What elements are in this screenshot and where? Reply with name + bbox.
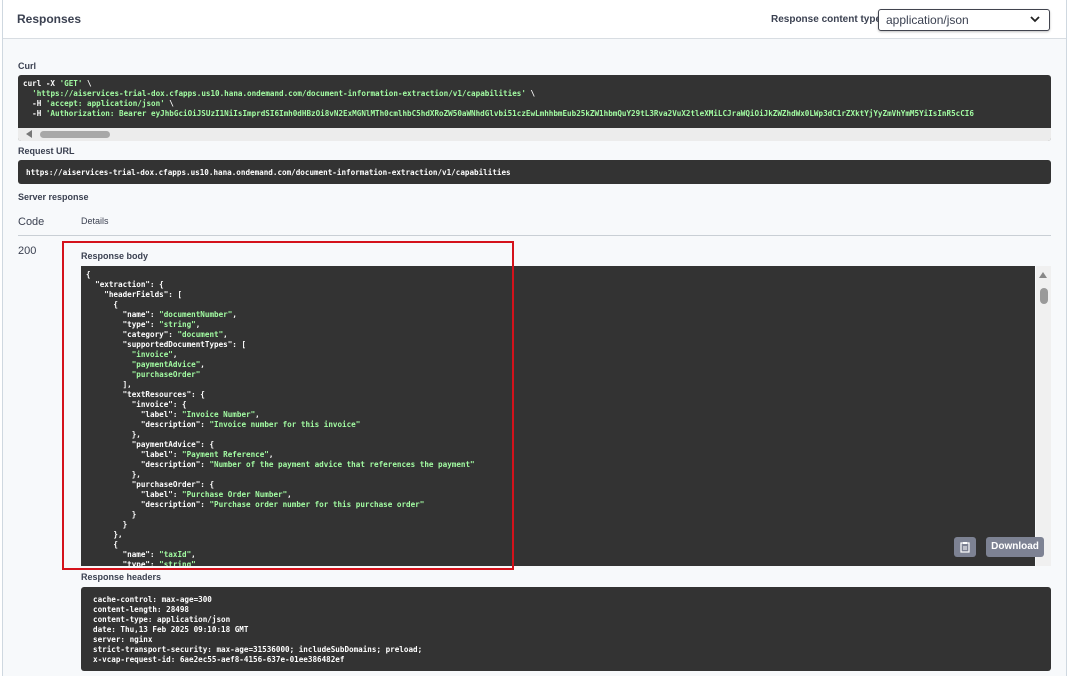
scroll-left-icon[interactable] [26,130,32,138]
curl-command-box[interactable]: curl -X 'GET' \ 'https://aiservices-tria… [18,75,1051,141]
response-header-line: content-length: 28498 [93,605,190,614]
content-type-label: Response content type [771,14,882,25]
response-header-line: server: nginx [93,635,153,644]
highlight-annotation-box [62,241,514,570]
response-code: 200 [18,245,37,257]
code-column-header: Code [18,216,45,228]
divider [18,235,1051,236]
response-header-line: date: Thu,13 Feb 2025 09:10:18 GMT [93,625,249,634]
responses-title: Responses [17,12,82,26]
chevron-down-icon [1030,12,1040,29]
curl-horizontal-scrollbar[interactable] [18,128,1051,141]
content-type-value: application/json [886,13,969,27]
download-button[interactable]: Download [986,537,1044,557]
curl-command: curl -X 'GET' \ 'https://aiservices-tria… [23,79,974,118]
response-header-line: strict-transport-security: max-age=31536… [93,645,423,654]
response-header-line: content-type: application/json [93,615,231,624]
response-headers-label: Response headers [81,572,162,582]
curl-label: Curl [18,61,36,71]
scrollbar-thumb[interactable] [40,131,110,138]
request-url-box[interactable]: https://aiservices-trial-dox.cfapps.us10… [18,160,1051,184]
response-headers-box[interactable]: cache-control: max-age=300 content-lengt… [81,587,1051,671]
response-headers-code: cache-control: max-age=300 content-lengt… [93,595,422,665]
scrollbar-thumb[interactable] [1040,288,1048,304]
server-response-label: Server response [18,192,89,202]
details-column-header: Details [81,216,109,226]
content-type-select[interactable]: application/json [878,9,1050,31]
response-header-line: x-vcap-request-id: 6ae2ec55-aef8-4156-63… [93,655,345,664]
request-url-value: https://aiservices-trial-dox.cfapps.us10… [26,168,511,177]
clipboard-icon [960,542,970,553]
request-url-label: Request URL [18,146,75,156]
copy-to-clipboard-button[interactable] [954,537,976,557]
responses-header: Responses Response content type applicat… [3,0,1066,39]
response-header-line: cache-control: max-age=300 [93,595,212,604]
scroll-up-icon[interactable] [1039,272,1047,278]
response-body-vertical-scrollbar[interactable] [1036,266,1051,566]
